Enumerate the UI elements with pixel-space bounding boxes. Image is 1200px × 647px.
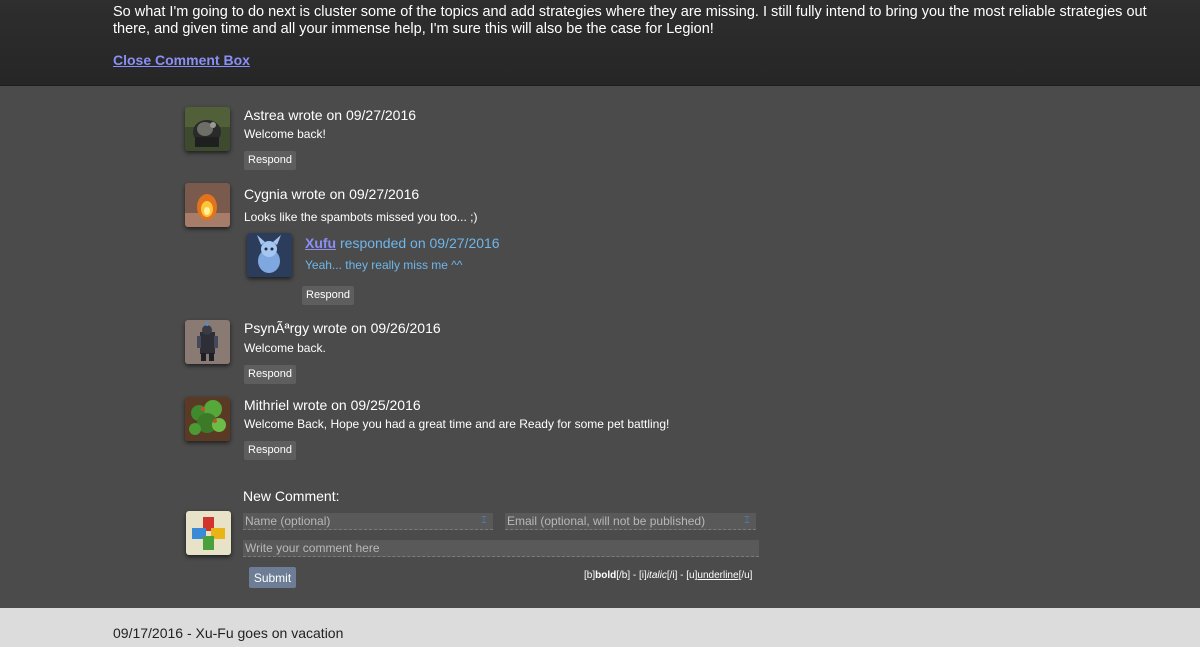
- respond-button[interactable]: Respond: [302, 286, 355, 305]
- bbcode-tag: [/i]: [666, 570, 678, 581]
- comment-date: wrote on 09/27/2016: [288, 107, 417, 123]
- comment-author-name: Astrea: [244, 107, 285, 123]
- next-post-header: 09/17/2016 - Xu-Fu goes on vacation: [0, 608, 1200, 647]
- name-input[interactable]: [243, 513, 493, 530]
- comment-author-line: Cygnia wrote on 09/27/2016: [244, 186, 419, 202]
- comment-date: wrote on 09/27/2016: [291, 186, 420, 202]
- comment-date: wrote on 09/26/2016: [312, 320, 441, 336]
- reply-date: responded on 09/27/2016: [340, 235, 500, 251]
- comment-author-line: Astrea wrote on 09/27/2016: [244, 107, 416, 123]
- respond-button[interactable]: Respond: [244, 151, 297, 170]
- respond-button[interactable]: Respond: [244, 365, 297, 384]
- input-helper-icon: ⌶: [481, 515, 487, 526]
- bbcode-tag: [/b]: [616, 570, 631, 581]
- bbcode-tag: [/u]: [738, 570, 753, 581]
- email-input[interactable]: [505, 513, 756, 530]
- comment-date: wrote on 09/25/2016: [293, 397, 421, 413]
- comment-author-name: PsynÃªrgy: [244, 320, 310, 336]
- comment-text: Welcome back.: [244, 341, 326, 355]
- reply-text: Yeah... they really miss me ^^: [305, 258, 463, 272]
- bbcode-help: [b]bold[/b] - [i]italic[/i] - [u]underli…: [584, 570, 752, 581]
- comment-text: Welcome back!: [244, 127, 326, 141]
- comment-input[interactable]: [243, 540, 759, 557]
- avatar-psynergy: [185, 320, 230, 364]
- bbcode-tag: [b]: [584, 570, 596, 581]
- comment-author-line: Mithriel wrote on 09/25/2016: [244, 397, 421, 413]
- next-post-title[interactable]: 09/17/2016 - Xu-Fu goes on vacation: [113, 625, 343, 641]
- comment-text: Welcome Back, Hope you had a great time …: [244, 417, 670, 431]
- close-comment-box-link[interactable]: Close Comment Box: [113, 52, 250, 68]
- avatar-cygnia: [185, 183, 230, 227]
- bbcode-tag: [i]: [639, 570, 647, 581]
- new-comment-title: New Comment:: [243, 488, 340, 504]
- avatar-mithriel: [185, 397, 230, 441]
- comment-author-name: Cygnia: [244, 186, 288, 202]
- bbcode-tag: [u]: [686, 570, 698, 581]
- input-helper-icon: ⌶: [744, 515, 750, 526]
- bbcode-bold-example: bold: [595, 570, 617, 581]
- bbcode-italic-example: italic: [646, 570, 667, 581]
- comment-text: Looks like the spambots missed you too..…: [244, 210, 478, 224]
- bbcode-separator: -: [630, 570, 640, 581]
- comment-author-line: PsynÃªrgy wrote on 09/26/2016: [244, 320, 441, 336]
- avatar-xufu: [247, 233, 292, 277]
- bbcode-separator: -: [677, 570, 687, 581]
- new-comment-avatar: [186, 511, 231, 555]
- avatar-astrea: [185, 107, 230, 151]
- comment-author-name: Mithriel: [244, 397, 290, 413]
- bbcode-underline-example: underline: [697, 570, 739, 581]
- submit-button[interactable]: Submit: [249, 567, 296, 588]
- post-body-text: So what I'm going to do next is cluster …: [113, 4, 1147, 37]
- respond-button[interactable]: Respond: [244, 441, 297, 460]
- reply-author-line: Xufu responded on 09/27/2016: [305, 235, 500, 251]
- post-body-panel: So what I'm going to do next is cluster …: [0, 0, 1200, 86]
- reply-author-name[interactable]: Xufu: [305, 235, 336, 251]
